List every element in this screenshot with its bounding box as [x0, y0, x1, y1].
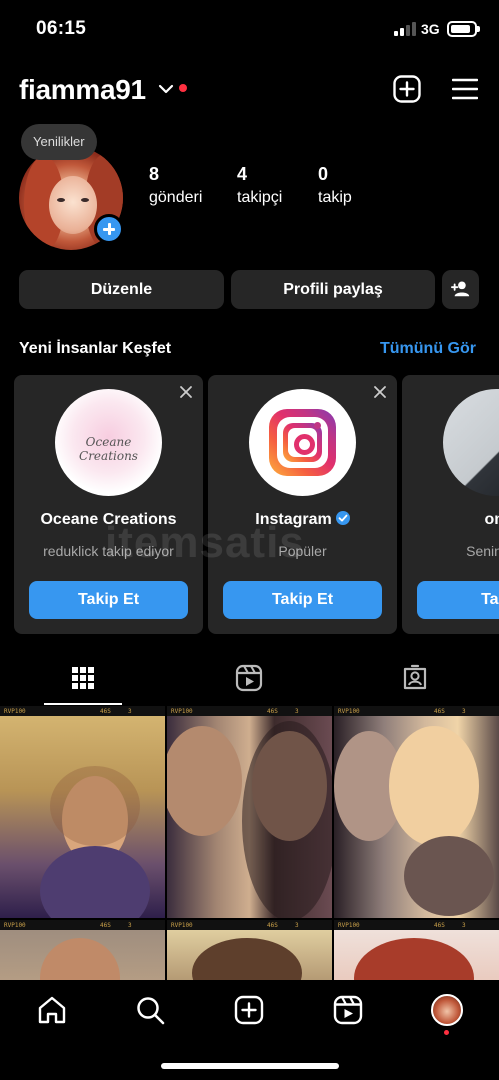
film-label: 3	[462, 708, 466, 715]
film-label: RVP100	[4, 708, 26, 715]
status-time: 06:15	[36, 18, 87, 39]
verified-badge-icon	[335, 511, 350, 525]
new-post-icon[interactable]	[393, 75, 421, 103]
post-thumbnail[interactable]: RVP100 46S 3	[334, 920, 499, 980]
add-story-icon[interactable]	[94, 214, 124, 244]
film-label: 46S	[100, 708, 111, 715]
stat-value: 8	[149, 164, 160, 184]
profile-avatar[interactable]	[431, 994, 463, 1026]
suggestion-name: om	[484, 511, 499, 528]
post-thumbnail[interactable]: RVP100 46S 3	[167, 706, 332, 918]
film-label: RVP100	[4, 922, 26, 929]
film-label: 46S	[267, 922, 278, 929]
close-icon[interactable]	[179, 385, 193, 399]
film-label: RVP100	[338, 708, 360, 715]
suggestion-avatar[interactable]	[443, 389, 499, 496]
profile-summary: Yenilikler 8 gönderi 4 takipçi 0 takip	[0, 124, 499, 254]
follow-button[interactable]: Takip Et	[29, 581, 188, 619]
avatar-logo-text: Oceane Creations	[79, 435, 138, 463]
film-label: 46S	[100, 922, 111, 929]
film-label: RVP100	[171, 922, 193, 929]
reels-icon	[235, 664, 263, 692]
film-label: RVP100	[338, 922, 360, 929]
film-strip: RVP100 46S 3	[334, 706, 499, 716]
tab-posts[interactable]	[0, 650, 166, 706]
film-label: 3	[128, 922, 132, 929]
stat-label: takipçi	[237, 189, 283, 206]
tagged-icon	[403, 664, 427, 690]
film-label: 46S	[267, 708, 278, 715]
suggested-accounts: Oceane Creations Oceane Creations redukl…	[0, 375, 499, 635]
username[interactable]: fiamma91	[19, 74, 146, 106]
film-strip: RVP100 46S 3	[167, 706, 332, 716]
post-thumbnail[interactable]: RVP100 46S 3	[167, 920, 332, 980]
suggestion-avatar[interactable]	[249, 389, 356, 496]
film-label: 3	[128, 708, 132, 715]
menu-icon[interactable]	[452, 77, 478, 101]
suggestion-reason: Senin için	[466, 543, 499, 559]
suggestion-card[interactable]: Oceane Creations Oceane Creations redukl…	[14, 375, 203, 634]
notification-dot	[444, 1030, 449, 1035]
film-label: RVP100	[171, 708, 193, 715]
follow-button[interactable]: Takip Et	[223, 581, 382, 619]
watermark: itemsatis	[105, 518, 305, 567]
film-strip: RVP100 46S 3	[0, 920, 165, 930]
film-strip: RVP100 46S 3	[167, 920, 332, 930]
share-profile-button[interactable]: Profili paylaş	[231, 270, 435, 309]
home-indicator	[161, 1063, 339, 1069]
film-label: 3	[295, 922, 299, 929]
close-icon[interactable]	[373, 385, 387, 399]
film-label: 3	[462, 922, 466, 929]
active-tab-indicator	[44, 703, 122, 705]
stat-following[interactable]: 0 takip	[318, 164, 352, 207]
network-type: 3G	[421, 21, 440, 37]
tab-tagged[interactable]	[332, 650, 498, 706]
edit-profile-button[interactable]: Düzenle	[19, 270, 224, 309]
film-label: 3	[295, 708, 299, 715]
bottom-nav	[0, 980, 499, 1080]
stat-value: 0	[318, 164, 329, 184]
see-all-link[interactable]: Tümünü Gör	[380, 340, 476, 358]
instagram-logo-icon	[269, 409, 336, 476]
profile-header: fiamma91	[0, 64, 499, 114]
status-bar: 06:15 3G	[0, 0, 499, 56]
suggestion-card[interactable]: om Senin için Taki	[402, 375, 499, 634]
post-thumbnail[interactable]: RVP100 46S 3	[0, 920, 165, 980]
home-icon[interactable]	[36, 994, 68, 1026]
profile-actions: Düzenle Profili paylaş	[0, 270, 499, 310]
suggestion-card[interactable]: Instagram Popüler Takip Et	[208, 375, 397, 634]
stat-value: 4	[237, 164, 248, 184]
follow-button[interactable]: Taki	[417, 581, 499, 619]
post-grid: RVP100 46S 3 RVP100 46S 3 RVP100 46S 3 RVP100 4…	[0, 706, 499, 980]
grid-icon	[72, 667, 94, 689]
post-thumbnail[interactable]: RVP100 46S 3	[334, 706, 499, 918]
stat-label: gönderi	[149, 189, 203, 206]
stat-followers[interactable]: 4 takipçi	[237, 164, 282, 207]
film-label: 46S	[434, 922, 445, 929]
discover-people-button[interactable]	[442, 270, 479, 309]
add-person-icon	[450, 281, 469, 297]
post-thumbnail[interactable]: RVP100 46S 3	[0, 706, 165, 918]
chevron-down-icon[interactable]	[158, 83, 174, 95]
discover-title: Yeni İnsanlar Keşfet	[19, 340, 172, 357]
search-icon[interactable]	[134, 994, 166, 1026]
tab-reels[interactable]	[166, 650, 332, 706]
suggestion-avatar[interactable]: Oceane Creations	[55, 389, 162, 496]
create-icon[interactable]	[233, 994, 265, 1026]
stat-label: takip	[318, 189, 352, 206]
film-label: 46S	[434, 708, 445, 715]
notes-bubble[interactable]: Yenilikler	[21, 124, 97, 160]
stat-posts[interactable]: 8 gönderi	[149, 164, 202, 207]
notification-dot	[179, 84, 187, 92]
signal-icon	[394, 22, 416, 36]
film-strip: RVP100 46S 3	[0, 706, 165, 716]
battery-icon	[447, 21, 480, 37]
reels-icon[interactable]	[332, 994, 364, 1026]
content-tabs	[0, 650, 499, 706]
film-strip: RVP100 46S 3	[334, 920, 499, 930]
